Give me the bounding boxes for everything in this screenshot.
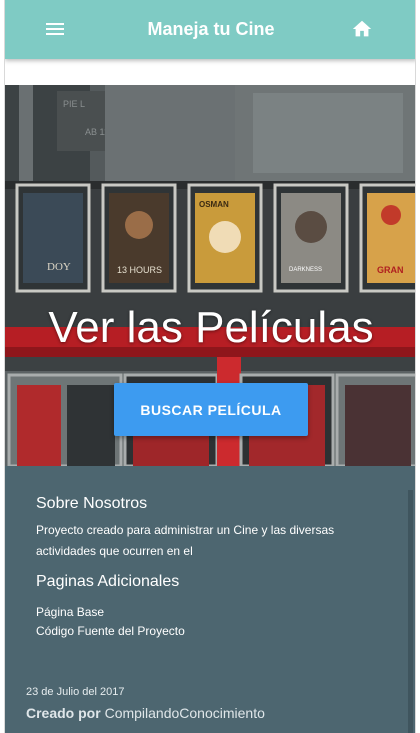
svg-text:DOY: DOY (47, 261, 71, 273)
hamburger-menu-icon[interactable] (44, 20, 66, 38)
svg-text:PIE L: PIE L (63, 99, 85, 109)
about-text: Proyecto creado para administrar un Cine… (36, 523, 335, 558)
footer-scrollbar[interactable] (408, 490, 413, 733)
app-header: Maneja tu Cine (5, 0, 415, 59)
base-page-link[interactable]: Página Base (36, 605, 104, 619)
hero-banner: PIE L AB 11 DOY 13 HOURS OSMAN DARKNESS (5, 85, 415, 466)
search-movie-button[interactable]: BUSCAR PELÍCULA (114, 383, 308, 436)
credit-label: Creado por (26, 705, 101, 721)
credit-author-link[interactable]: CompilandoConocimiento (105, 705, 265, 721)
footer-credit: Creado por CompilandoConocimiento (26, 705, 265, 721)
svg-text:DARKNESS: DARKNESS (289, 267, 322, 273)
svg-text:13 HOURS: 13 HOURS (117, 265, 162, 275)
about-title: Sobre Nosotros (36, 495, 148, 512)
app-frame: Maneja tu Cine PIE L AB 11 DOY 13 HOURS … (4, 0, 416, 733)
source-code-link[interactable]: Código Fuente del Proyecto (36, 624, 185, 638)
hero-title: Ver las Películas (48, 303, 374, 352)
home-icon[interactable] (351, 18, 373, 40)
additional-pages-title: Paginas Adicionales (36, 573, 180, 590)
svg-text:OSMAN: OSMAN (199, 200, 229, 209)
svg-text:GRAN: GRAN (377, 265, 404, 275)
footer-date: 23 de Julio del 2017 (26, 686, 125, 698)
page-footer: Sobre Nosotros Proyecto creado para admi… (5, 466, 415, 733)
